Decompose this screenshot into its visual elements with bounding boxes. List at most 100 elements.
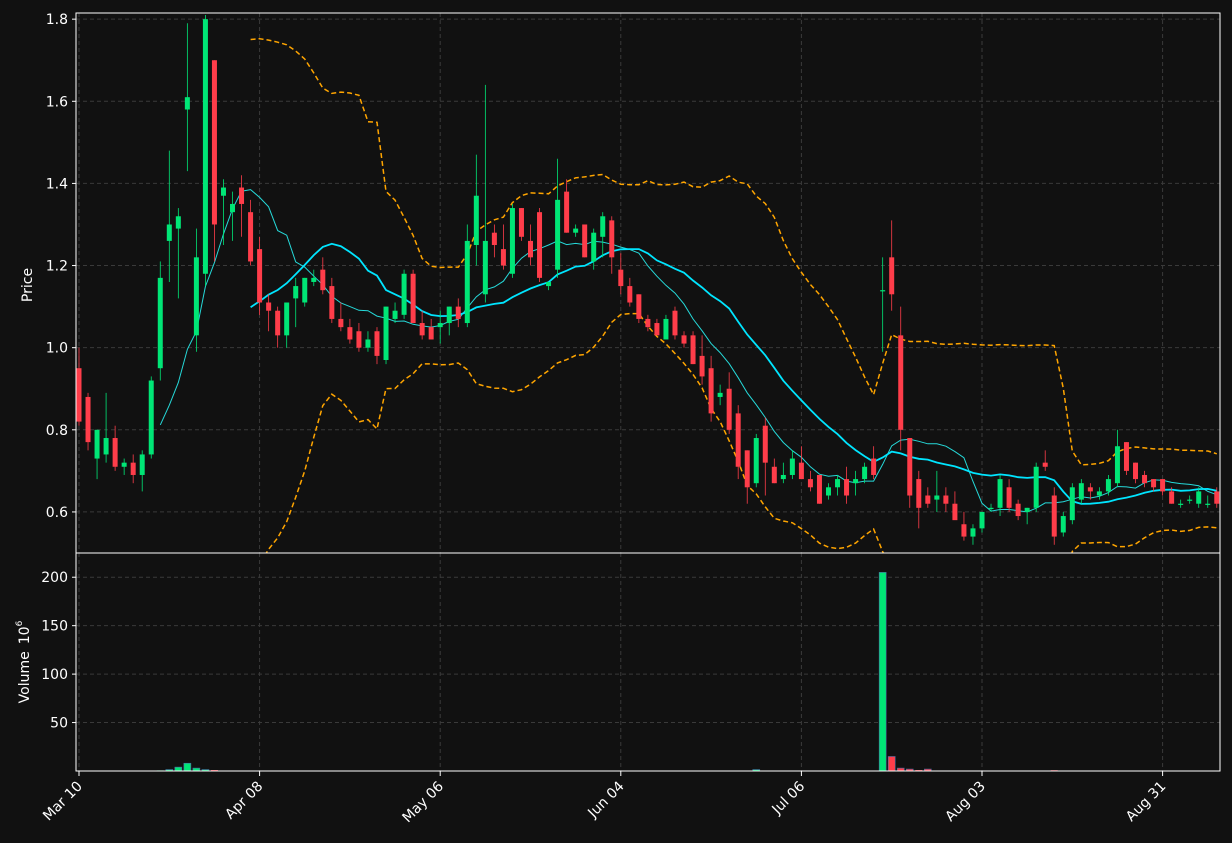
candle-body: [473, 195, 479, 246]
candle-body: [744, 450, 750, 488]
candle-body: [112, 438, 118, 467]
candle-body: [627, 286, 633, 303]
candle-body: [1205, 503, 1211, 505]
candle-body: [1142, 474, 1148, 484]
candle-body: [798, 462, 804, 480]
candle-body: [85, 396, 91, 443]
candle-body: [347, 327, 353, 340]
candle-body: [880, 290, 886, 292]
candle-body: [500, 249, 506, 266]
price-tick-label: 1.0: [46, 341, 68, 357]
candle-body: [789, 458, 795, 475]
candle-body: [491, 232, 497, 246]
volume-tick-label: 200: [41, 570, 68, 586]
candle-body: [907, 438, 913, 496]
candle-body: [735, 413, 741, 467]
candle-body: [961, 524, 967, 537]
candle-body: [853, 479, 859, 484]
candle-body: [311, 277, 317, 282]
candle-body: [1096, 491, 1102, 496]
candle-body: [383, 306, 389, 360]
candle-body: [871, 458, 877, 475]
candle-body: [211, 60, 217, 225]
price-tick-label: 1.6: [46, 94, 68, 110]
candle-body: [329, 286, 335, 319]
candle-body: [609, 220, 615, 258]
candle-body: [148, 380, 154, 455]
candle-body: [410, 273, 416, 324]
candle-body: [103, 438, 109, 455]
candle-body: [320, 269, 326, 291]
candle-body: [437, 323, 443, 328]
candle-body: [573, 228, 579, 233]
candle-body: [1015, 503, 1021, 517]
candle-body: [1123, 442, 1129, 471]
candle-body: [428, 327, 434, 340]
candle-body: [753, 438, 759, 484]
candle-body: [1178, 503, 1184, 505]
candle-body: [293, 286, 299, 299]
volume-tick-label: 100: [41, 667, 68, 683]
candle-body: [1042, 462, 1048, 467]
candle-body: [717, 392, 723, 397]
candle-body: [564, 191, 570, 233]
candle-body: [175, 216, 181, 229]
candle-body: [76, 368, 82, 422]
candle-body: [1169, 491, 1175, 504]
candle-body: [230, 203, 236, 213]
candle-body: [401, 273, 407, 315]
candle-body: [952, 503, 958, 521]
candle-body: [257, 249, 263, 303]
candle-body: [726, 388, 732, 430]
candle-body: [239, 187, 245, 204]
volume-tick-label: 150: [41, 619, 68, 635]
candle-body: [1033, 466, 1039, 508]
candle-body: [835, 479, 841, 488]
candle-body: [672, 310, 678, 336]
candle-body: [681, 335, 687, 344]
candle-body: [338, 318, 344, 328]
candle-body: [807, 479, 813, 488]
candle-body: [916, 479, 922, 508]
candle-body: [121, 462, 127, 467]
candle-body: [139, 454, 145, 475]
candle-body: [1069, 487, 1075, 521]
volume-bar: [878, 572, 887, 772]
candle-body: [988, 507, 994, 510]
price-tick-label: 0.8: [46, 423, 68, 439]
candle-body: [943, 495, 949, 504]
candle-body: [591, 232, 597, 262]
candle-body: [844, 479, 850, 496]
candle-body: [780, 474, 786, 480]
candle-body: [708, 368, 714, 414]
candle-body: [825, 487, 831, 496]
candle-body: [771, 466, 777, 484]
candle-body: [1114, 446, 1120, 484]
candle-body: [284, 302, 290, 336]
candle-body: [157, 277, 163, 369]
candle-body: [275, 310, 281, 336]
candle-body: [266, 302, 272, 311]
candle-body: [1196, 491, 1202, 504]
candle-body: [509, 208, 515, 274]
volume-axis-label: Volume106: [15, 620, 33, 703]
price-tick-label: 1.4: [46, 176, 68, 192]
candle-body: [1105, 479, 1111, 492]
candle-body: [618, 269, 624, 287]
candle-body: [555, 199, 561, 270]
candle-body: [1078, 483, 1084, 500]
candle-body: [1160, 479, 1166, 492]
candle-body: [663, 318, 669, 340]
candle-body: [1187, 499, 1193, 501]
candle-body: [600, 216, 606, 237]
volume-bar: [174, 766, 183, 772]
candle-body: [528, 240, 533, 258]
candle-body: [546, 281, 552, 287]
candle-body: [1133, 462, 1139, 480]
candle-body: [1051, 495, 1057, 537]
candle-body: [636, 294, 642, 319]
candle-body: [419, 323, 425, 336]
candle-body: [654, 323, 660, 336]
candle-body: [94, 429, 100, 459]
candle-body: [816, 474, 822, 504]
